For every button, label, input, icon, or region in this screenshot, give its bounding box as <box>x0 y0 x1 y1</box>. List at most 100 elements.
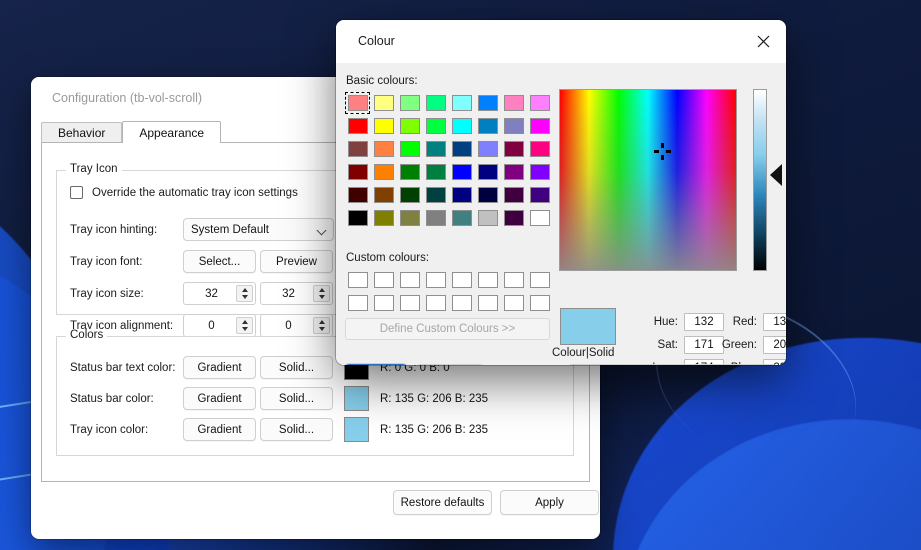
tray-icon-color-solid-button[interactable]: Solid... <box>260 418 333 441</box>
custom-colour-swatch[interactable] <box>449 292 474 314</box>
basic-colour-swatch[interactable] <box>501 161 526 183</box>
spin-up-icon[interactable] <box>314 286 329 294</box>
green-input[interactable]: 206 <box>763 336 786 354</box>
spin-up-icon[interactable] <box>237 318 252 326</box>
add-to-custom-colours-button[interactable]: Add to Custom Colours <box>568 364 776 365</box>
basic-colour-swatch[interactable] <box>475 138 500 160</box>
tab-behavior[interactable]: Behavior <box>41 122 123 143</box>
basic-colour-swatch[interactable] <box>501 92 526 114</box>
tray-icon-color-swatch[interactable] <box>344 417 369 442</box>
tray-icon-size-width-spin-arrows[interactable] <box>236 285 253 302</box>
tray-icon-font-select-button[interactable]: Select... <box>183 250 256 273</box>
basic-colour-swatch[interactable] <box>423 115 448 137</box>
basic-colour-swatch[interactable] <box>501 207 526 229</box>
luminance-slider-marker[interactable] <box>770 164 782 186</box>
custom-colour-swatch[interactable] <box>527 292 552 314</box>
custom-colour-swatch[interactable] <box>345 269 370 291</box>
basic-colour-swatch[interactable] <box>345 161 370 183</box>
tray-icon-alignment-y-stepper[interactable]: 0 <box>260 314 333 337</box>
tray-icon-size-height-stepper[interactable]: 32 <box>260 282 333 305</box>
tray-icon-alignment-x-stepper[interactable]: 0 <box>183 314 256 337</box>
custom-colour-swatch[interactable] <box>371 269 396 291</box>
custom-colour-swatch[interactable] <box>345 292 370 314</box>
basic-colour-swatch[interactable] <box>475 207 500 229</box>
basic-colour-swatch[interactable] <box>527 184 552 206</box>
tab-appearance[interactable]: Appearance <box>122 121 222 143</box>
basic-colour-swatch[interactable] <box>449 161 474 183</box>
basic-colour-swatch[interactable] <box>371 184 396 206</box>
basic-colour-swatch[interactable] <box>345 138 370 160</box>
custom-colour-swatch[interactable] <box>371 292 396 314</box>
basic-colour-swatch[interactable] <box>371 161 396 183</box>
basic-colour-swatch[interactable] <box>475 115 500 137</box>
basic-colour-swatch[interactable] <box>423 184 448 206</box>
basic-colour-swatch[interactable] <box>345 207 370 229</box>
basic-colour-swatch[interactable] <box>397 184 422 206</box>
basic-colour-swatch[interactable] <box>449 184 474 206</box>
basic-colour-swatch[interactable] <box>371 138 396 160</box>
custom-colour-swatch[interactable] <box>501 292 526 314</box>
spin-down-icon[interactable] <box>237 326 252 334</box>
basic-colour-swatch[interactable] <box>423 207 448 229</box>
custom-colour-swatch[interactable] <box>397 269 422 291</box>
basic-colour-swatch[interactable] <box>527 207 552 229</box>
status-bar-text-color-solid-button[interactable]: Solid... <box>260 356 333 379</box>
colour-dialog-titlebar[interactable]: Colour <box>336 20 786 63</box>
cancel-button[interactable]: Cancel <box>416 364 484 365</box>
basic-colour-swatch[interactable] <box>397 92 422 114</box>
basic-colour-swatch[interactable] <box>475 161 500 183</box>
basic-colour-swatch[interactable] <box>423 92 448 114</box>
basic-colour-swatch[interactable] <box>501 184 526 206</box>
basic-colour-swatch[interactable] <box>475 184 500 206</box>
status-bar-color-gradient-button[interactable]: Gradient <box>183 387 256 410</box>
tray-icon-size-width-stepper[interactable]: 32 <box>183 282 256 305</box>
basic-colour-swatch[interactable] <box>423 138 448 160</box>
custom-colour-swatch[interactable] <box>423 292 448 314</box>
tray-icon-hinting-select[interactable]: System Default <box>183 218 334 241</box>
hue-saturation-picker[interactable] <box>559 89 737 271</box>
basic-colour-swatch[interactable] <box>501 115 526 137</box>
basic-colour-swatch[interactable] <box>397 138 422 160</box>
spin-down-icon[interactable] <box>314 294 329 302</box>
spin-up-icon[interactable] <box>237 286 252 294</box>
basic-colour-swatch[interactable] <box>423 161 448 183</box>
custom-colour-swatch[interactable] <box>423 269 448 291</box>
basic-colour-swatch[interactable] <box>371 207 396 229</box>
basic-colour-swatch[interactable] <box>371 115 396 137</box>
basic-colour-swatch[interactable] <box>527 138 552 160</box>
custom-colour-swatch[interactable] <box>527 269 552 291</box>
tray-icon-alignment-x-spin-arrows[interactable] <box>236 317 253 334</box>
spin-down-icon[interactable] <box>314 326 329 334</box>
status-bar-text-color-gradient-button[interactable]: Gradient <box>183 356 256 379</box>
tray-icon-size-height-spin-arrows[interactable] <box>313 285 330 302</box>
basic-colour-swatch[interactable] <box>397 161 422 183</box>
basic-colour-swatch[interactable] <box>475 92 500 114</box>
basic-colour-swatch[interactable] <box>449 92 474 114</box>
basic-colour-swatch[interactable] <box>345 184 370 206</box>
basic-colour-swatch[interactable] <box>527 161 552 183</box>
basic-colour-swatch[interactable] <box>449 207 474 229</box>
tray-icon-alignment-y-spin-arrows[interactable] <box>313 317 330 334</box>
define-custom-colours-button[interactable]: Define Custom Colours >> <box>345 318 550 340</box>
ok-button[interactable]: OK <box>345 364 407 365</box>
basic-colour-swatch[interactable] <box>527 115 552 137</box>
custom-colour-swatch[interactable] <box>501 269 526 291</box>
custom-colour-swatch[interactable] <box>397 292 422 314</box>
red-input[interactable]: 135 <box>763 313 786 331</box>
close-icon[interactable] <box>741 20 786 63</box>
override-checkbox-row[interactable]: Override the automatic tray icon setting… <box>70 186 298 199</box>
tray-icon-color-gradient-button[interactable]: Gradient <box>183 418 256 441</box>
basic-colour-swatch[interactable] <box>501 138 526 160</box>
custom-colour-swatch[interactable] <box>475 269 500 291</box>
basic-colour-swatch[interactable] <box>449 115 474 137</box>
spin-up-icon[interactable] <box>314 318 329 326</box>
restore-defaults-button[interactable]: Restore defaults <box>393 490 492 515</box>
basic-colour-swatch[interactable] <box>527 92 552 114</box>
basic-colour-swatch[interactable] <box>345 115 370 137</box>
tray-icon-font-preview-button[interactable]: Preview <box>260 250 333 273</box>
status-bar-color-swatch[interactable] <box>344 386 369 411</box>
luminance-slider[interactable] <box>753 89 767 271</box>
basic-colour-swatch[interactable] <box>397 207 422 229</box>
basic-colour-swatch[interactable] <box>345 92 370 114</box>
custom-colour-swatch[interactable] <box>449 269 474 291</box>
